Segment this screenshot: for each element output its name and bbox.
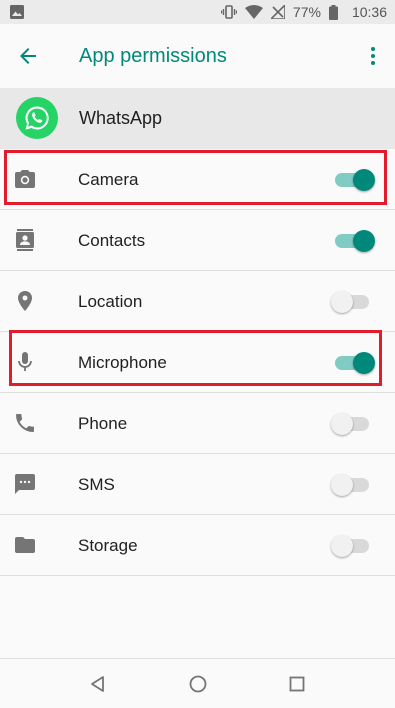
- permission-label: SMS: [78, 475, 115, 494]
- system-nav-bar: [0, 658, 395, 708]
- image-notification-icon: [10, 5, 24, 19]
- no-signal-icon: [270, 5, 285, 19]
- vibrate-icon: [220, 5, 237, 19]
- sms-icon: [15, 474, 35, 494]
- back-triangle-icon[interactable]: [88, 674, 108, 694]
- camera-toggle[interactable]: [331, 168, 375, 192]
- permission-label: Microphone: [78, 353, 167, 372]
- permission-row-microphone[interactable]: Microphone: [0, 332, 395, 393]
- phone-icon: [16, 414, 34, 432]
- whatsapp-logo-icon: [16, 97, 58, 139]
- microphone-icon: [18, 352, 32, 371]
- permission-label: Camera: [78, 170, 139, 189]
- more-vert-icon[interactable]: [361, 44, 385, 68]
- location-icon: [18, 291, 32, 311]
- permission-row-camera[interactable]: Camera: [0, 149, 395, 210]
- folder-icon: [15, 537, 35, 553]
- home-circle-icon[interactable]: [188, 674, 208, 694]
- app-name: WhatsApp: [79, 108, 163, 128]
- battery-icon: [328, 4, 338, 20]
- permission-list: Camera Contacts Location Microphone Phon…: [0, 149, 395, 576]
- arrow-back-icon[interactable]: [16, 44, 40, 68]
- page-title: App permissions: [79, 45, 227, 67]
- contacts-toggle[interactable]: [331, 229, 375, 253]
- camera-icon: [15, 170, 35, 188]
- permission-row-contacts[interactable]: Contacts: [0, 210, 395, 271]
- permission-row-location[interactable]: Location: [0, 271, 395, 332]
- status-time: 10:36: [351, 4, 387, 20]
- permission-label: Phone: [78, 414, 128, 433]
- permission-label: Contacts: [78, 231, 146, 250]
- sms-toggle[interactable]: [331, 473, 375, 497]
- permission-row-sms[interactable]: SMS: [0, 454, 395, 515]
- wifi-icon: [244, 5, 263, 19]
- storage-toggle[interactable]: [331, 534, 375, 558]
- permission-row-phone[interactable]: Phone: [0, 393, 395, 454]
- permission-label: Location: [78, 292, 143, 311]
- status-bar: 77% 10:36: [0, 0, 395, 24]
- permission-label: Storage: [78, 536, 138, 555]
- phone-toggle[interactable]: [331, 412, 375, 436]
- contacts-icon: [16, 229, 34, 251]
- microphone-toggle[interactable]: [331, 351, 375, 375]
- battery-percent: 77%: [292, 4, 321, 20]
- permission-row-storage[interactable]: Storage: [0, 515, 395, 576]
- location-toggle[interactable]: [331, 290, 375, 314]
- app-header: WhatsApp: [0, 88, 395, 149]
- app-bar: App permissions: [0, 24, 395, 88]
- recents-square-icon[interactable]: [287, 674, 307, 694]
